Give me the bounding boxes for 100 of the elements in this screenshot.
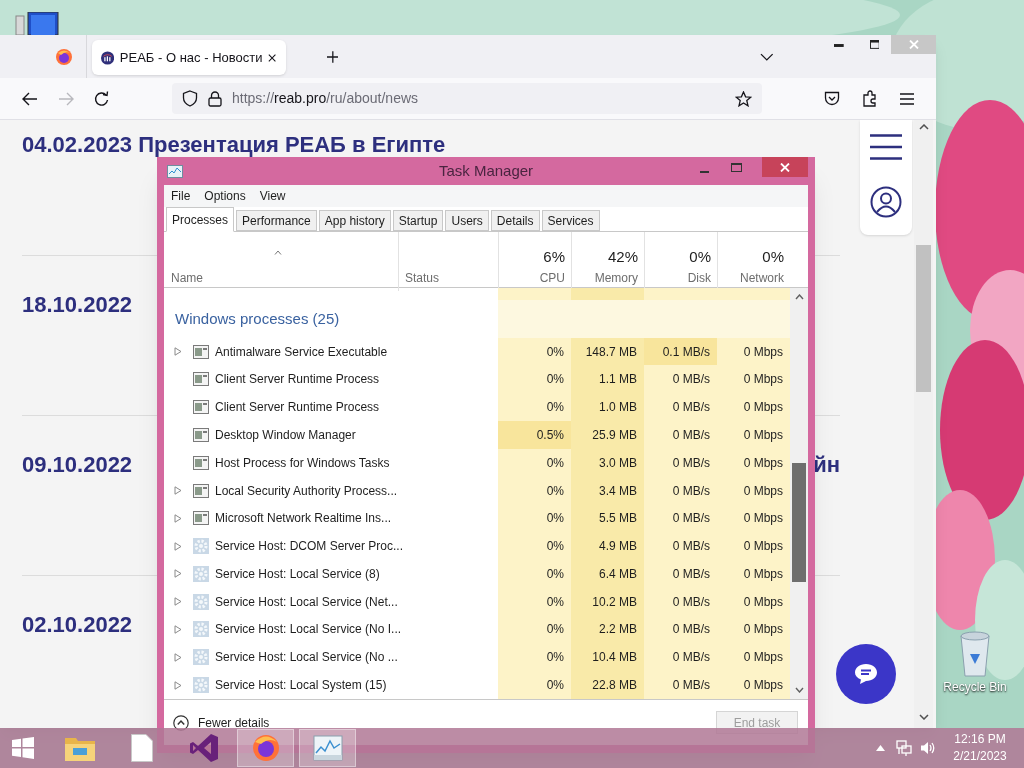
process-name[interactable]: Desktop Window Manager [215,425,356,444]
taskbar-button[interactable] [237,729,294,767]
chevron-down-icon[interactable] [760,53,774,61]
usage-value: 0 MB/s [672,454,710,472]
expand-arrow[interactable] [174,513,182,523]
back-icon[interactable] [22,91,38,106]
menu-item[interactable]: View [259,187,286,205]
news-headline[interactable]: 04.02.2023 Презентация РЕАБ в Египте [22,134,446,156]
address-bar[interactable]: https://reab.pro/ru/about/news [172,83,762,114]
process-name[interactable]: Service Host: Local Service (Net... [215,592,398,611]
network-icon[interactable] [896,740,912,756]
tab[interactable]: Details [490,210,540,231]
browser-tab[interactable]: РЕАБ - О нас - Новости [91,40,286,75]
news-headline[interactable]: 09.10.2022 [22,454,133,476]
expand-arrow[interactable] [174,652,182,662]
expand-arrow[interactable] [174,680,182,690]
window-icon [193,427,209,442]
usage-value: 0% [546,677,564,695]
tab[interactable]: Startup [392,210,444,231]
expand-arrow[interactable] [174,486,182,495]
usage-value: 0% [546,510,564,528]
expand-arrow[interactable] [174,541,182,551]
scroll-down-icon[interactable] [918,714,929,720]
usage-value: 0 MB/s [672,371,710,389]
recycle-bin-icon[interactable] [958,630,992,678]
column-header[interactable]: Memory [594,268,638,287]
minimize-icon[interactable] [833,44,844,47]
scroll-up-icon[interactable] [918,124,929,130]
usage-value: 0 Mbps [743,399,783,417]
column-header[interactable]: Name [171,268,203,287]
column-header[interactable]: CPU [539,268,565,287]
tab[interactable]: Users [445,210,489,231]
star-icon[interactable] [735,90,752,107]
menu-item[interactable]: File [171,187,191,205]
expand-arrow[interactable] [174,625,182,634]
process-name[interactable]: Client Server Runtime Process [215,398,380,417]
speaker-icon[interactable] [920,740,936,756]
process-name[interactable]: Local Security Authority Process... [215,481,398,500]
usage-value: 0 Mbps [743,538,783,556]
tab[interactable]: Performance [236,210,317,231]
process-name[interactable]: Antimalware Service Executable [215,342,388,361]
usage-value: 0.5% [536,426,564,444]
puzzle-icon[interactable] [862,90,878,107]
process-name[interactable]: Service Host: Local Service (No I... [215,620,402,639]
usage-value: 0 MB/s [672,565,710,583]
scroll-down-icon[interactable] [794,687,804,693]
tray-arrow-icon[interactable] [876,745,885,751]
usage-value: 0 Mbps [743,482,783,500]
usage-value: 0 MB/s [672,482,710,500]
process-name[interactable]: Service Host: Local Service (No ... [215,648,398,667]
menu-icon[interactable] [870,134,902,160]
menu-icon[interactable] [900,92,914,105]
scrollbar[interactable] [790,288,808,699]
news-headline[interactable]: 02.10.2022 [22,614,133,636]
new-tab-icon[interactable] [326,51,339,63]
computer-icon[interactable] [14,12,60,35]
column-header[interactable]: Status [405,268,440,287]
usage-value: 0% [546,649,564,667]
column-header[interactable]: Network [740,268,784,287]
close-icon[interactable] [268,52,277,63]
process-name[interactable]: Microsoft Network Realtime Ins... [215,509,392,528]
usage-value: 0 MB/s [672,621,710,639]
expand-arrow[interactable] [174,597,182,607]
news-headline[interactable]: 18.10.2022 [22,294,133,316]
tab[interactable]: Processes [166,207,235,232]
tab[interactable]: Services [541,210,600,231]
usage-value: 0 Mbps [743,343,783,361]
process-name[interactable]: Service Host: Local Service (8) [215,564,380,583]
expand-arrow[interactable] [174,347,182,356]
menu-item[interactable]: Options [204,187,246,205]
expand-arrow[interactable] [174,569,182,579]
usage-value: 0 MB/s [672,677,710,695]
news-headline[interactable]: йн [813,454,840,476]
lock-icon[interactable] [208,90,222,107]
column-header[interactable]: Disk [687,268,711,287]
reload-icon[interactable] [94,90,110,107]
scroll-up-icon[interactable] [794,294,804,300]
process-name[interactable]: Client Server Runtime Process [215,370,380,389]
pocket-icon[interactable] [824,91,840,106]
usage-value: 0% [762,247,784,267]
close-button[interactable] [762,157,808,177]
process-name[interactable]: Host Process for Windows Tasks [215,453,390,472]
scroll-thumb[interactable] [792,463,806,582]
taskbar-button[interactable] [299,729,356,767]
usage-value: 0 Mbps [743,510,783,528]
windows-logo-icon[interactable] [12,737,34,759]
maximize-icon[interactable] [869,40,880,49]
group-header[interactable]: Windows processes (25) [175,307,340,330]
chat-button[interactable] [836,644,896,704]
shield-icon[interactable] [182,90,198,107]
usage-value: 0 MB/s [672,538,710,556]
process-name[interactable]: Service Host: DCOM Server Proc... [215,537,404,556]
scroll-thumb[interactable] [916,245,931,392]
scrollbar[interactable] [914,120,933,728]
user-icon[interactable] [870,186,902,218]
tab[interactable]: App history [318,210,391,231]
logo-button[interactable] [54,47,73,66]
process-name[interactable]: Service Host: Local System (15) [215,676,387,695]
link[interactable]: Fewer details [198,713,270,732]
usage-value: 10.2 MB [592,593,637,611]
